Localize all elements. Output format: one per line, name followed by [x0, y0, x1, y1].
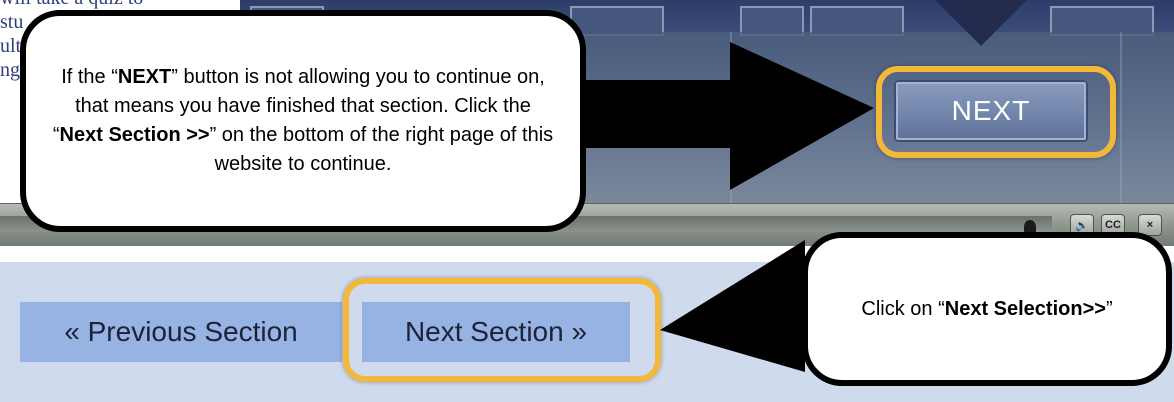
callout-text: If the “ [61, 66, 118, 88]
callout-emphasis: Next Section >> [59, 124, 210, 146]
callout-text: Click on “ [861, 297, 945, 320]
bottom-instruction-callout: Click on “Next Selection>>” [802, 232, 1172, 386]
callout-emphasis: Next Selection>> [944, 297, 1106, 320]
callout-text: ” [1105, 297, 1113, 320]
callout-emphasis: NEXT [117, 66, 172, 88]
top-instruction-callout: If the “NEXT” button is not allowing you… [20, 10, 586, 232]
callout-text: ” on the bottom of the right page of thi… [209, 124, 554, 175]
